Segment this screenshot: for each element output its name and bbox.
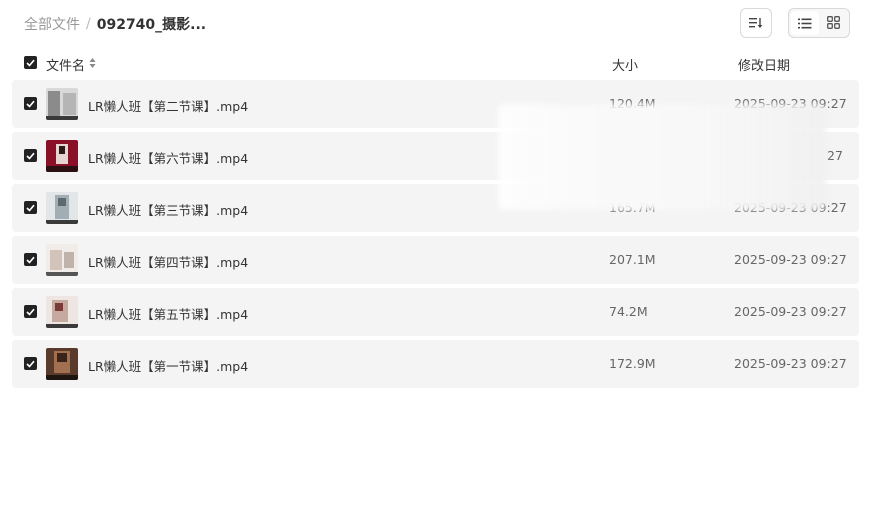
sort-button[interactable] [740,8,772,38]
file-size: 172.9M [609,356,656,371]
video-thumbnail [46,140,78,172]
file-date: 2025-09-23 09:27 [734,356,847,371]
file-list-header: 文件名 大小 修改日期 [12,52,859,76]
video-thumbnail [46,192,78,224]
file-size: 74.2M [609,304,648,319]
file-name[interactable]: LR懒人班【第二节课】.mp4 [88,96,248,115]
file-row[interactable]: LR懒人班【第五节课】.mp4 74.2M 2025-09-23 09:27 [12,288,859,336]
grid-view-icon [826,14,840,33]
file-date: 2025-09-23 09:27 [734,252,847,267]
file-row[interactable]: LR懒人班【第四节课】.mp4 207.1M 2025-09-23 09:27 [12,236,859,284]
file-row[interactable]: LR懒人班【第一节课】.mp4 172.9M 2025-09-23 09:27 [12,340,859,388]
file-name[interactable]: LR懒人班【第一节课】.mp4 [88,356,248,375]
checkmark-icon [26,204,35,212]
list-view-icon [798,14,812,33]
grid-view-button[interactable] [819,11,847,35]
view-toggle [788,8,850,38]
list-view-button[interactable] [791,11,819,35]
column-header-name[interactable]: 文件名 [46,55,96,74]
row-checkbox[interactable] [24,253,37,266]
checkmark-icon [26,59,35,67]
video-thumbnail [46,244,78,276]
video-thumbnail [46,348,78,380]
row-checkbox[interactable] [24,201,37,214]
file-name[interactable]: LR懒人班【第三节课】.mp4 [88,200,248,219]
column-name-label: 文件名 [46,59,86,74]
file-date: 27 [827,148,843,163]
row-checkbox[interactable] [24,149,37,162]
file-date: 2025-09-23 09:27 [734,304,847,319]
breadcrumb-root-link[interactable]: 全部文件 [24,14,80,34]
sort-toggle-icon[interactable] [89,57,96,73]
file-name[interactable]: LR懒人班【第五节课】.mp4 [88,304,248,323]
file-name[interactable]: LR懒人班【第六节课】.mp4 [88,148,248,167]
row-checkbox[interactable] [24,357,37,370]
breadcrumb-separator: / [86,16,91,32]
checkmark-icon [26,360,35,368]
breadcrumb-current-folder: 092740_摄影... [96,17,207,33]
checkmark-icon [26,256,35,264]
file-size: 207.1M [609,252,656,267]
row-checkbox[interactable] [24,305,37,318]
sort-descending-icon [749,14,763,33]
video-thumbnail [46,88,78,120]
select-all-checkbox[interactable] [24,56,37,69]
checkmark-icon [26,308,35,316]
file-name[interactable]: LR懒人班【第四节课】.mp4 [88,252,248,271]
column-header-date[interactable]: 修改日期 [738,55,790,74]
breadcrumb: 全部文件 / 092740_摄影... [24,14,206,34]
column-header-size[interactable]: 大小 [612,55,638,74]
top-bar: 全部文件 / 092740_摄影... [0,0,874,48]
row-checkbox[interactable] [24,97,37,110]
checkmark-icon [26,100,35,108]
blurred-overlay [498,104,826,210]
checkmark-icon [26,152,35,160]
video-thumbnail [46,296,78,328]
